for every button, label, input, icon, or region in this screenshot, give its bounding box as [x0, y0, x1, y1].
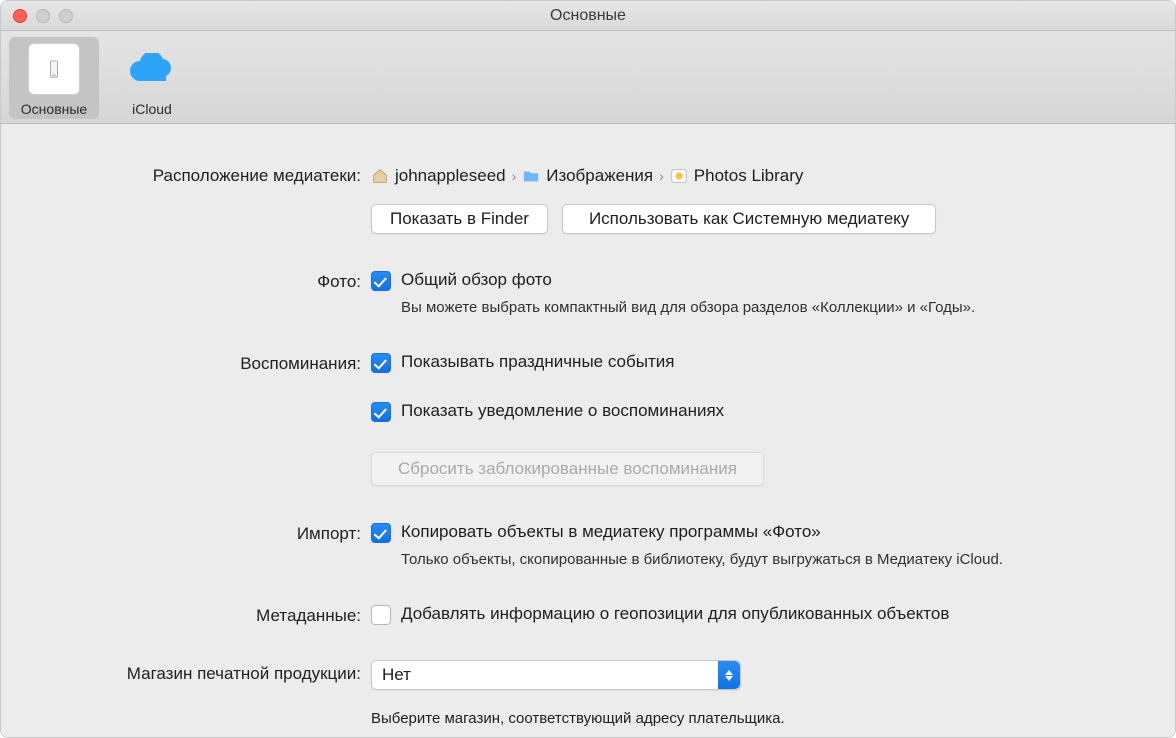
show-in-finder-button[interactable]: Показать в Finder	[371, 204, 548, 234]
tab-general[interactable]: Основные	[9, 37, 99, 119]
copy-to-library-checkbox[interactable]	[371, 523, 391, 543]
photos-library-icon	[670, 167, 688, 185]
photos-label: Фото:	[41, 268, 371, 292]
summarize-photos-desc: Вы можете выбрать компактный вид для обз…	[401, 299, 1135, 316]
use-as-system-library-button[interactable]: Использовать как Системную медиатеку	[562, 204, 936, 234]
tab-icloud-label: iCloud	[132, 101, 172, 117]
chevron-right-icon: ›	[659, 168, 664, 184]
general-icon	[28, 43, 80, 95]
breadcrumb-item: Photos Library	[694, 166, 804, 186]
library-label: Расположение медиатеки:	[41, 162, 371, 186]
print-store-label: Магазин печатной продукции:	[41, 660, 371, 684]
icloud-icon	[126, 43, 178, 95]
print-store-desc: Выберите магазин, соответствующий адресу…	[371, 710, 1135, 727]
preferences-window: Основные Основные iCloud Расположение ме…	[0, 0, 1176, 738]
include-location-checkbox[interactable]	[371, 605, 391, 625]
library-path: johnappleseed › Изображения › Photos Lib…	[371, 162, 1135, 186]
holiday-events-checkbox[interactable]	[371, 353, 391, 373]
print-store-value: Нет	[382, 665, 411, 685]
traffic-lights	[13, 9, 73, 23]
content-area: Расположение медиатеки: johnappleseed › …	[1, 124, 1175, 737]
window-title: Основные	[1, 7, 1175, 25]
home-icon	[371, 167, 389, 185]
copy-to-library-desc: Только объекты, скопированные в библиоте…	[401, 551, 1135, 568]
folder-icon	[522, 167, 540, 185]
holiday-events-label: Показывать праздничные события	[401, 352, 674, 372]
include-location-label: Добавлять информацию о геопозиции для оп…	[401, 604, 949, 624]
memories-label: Воспоминания:	[41, 350, 371, 374]
memories-notification-label: Показать уведомление о воспоминаниях	[401, 401, 724, 421]
breadcrumb-item: johnappleseed	[395, 166, 506, 186]
close-button[interactable]	[13, 9, 27, 23]
minimize-button[interactable]	[36, 9, 50, 23]
copy-to-library-label: Копировать объекты в медиатеку программы…	[401, 522, 821, 542]
import-label: Импорт:	[41, 520, 371, 544]
breadcrumb-item: Изображения	[546, 166, 653, 186]
print-store-select[interactable]: Нет	[371, 660, 741, 690]
summarize-photos-checkbox[interactable]	[371, 271, 391, 291]
chevron-right-icon: ›	[512, 168, 517, 184]
tab-general-label: Основные	[21, 101, 87, 117]
zoom-button[interactable]	[59, 9, 73, 23]
select-stepper-icon	[718, 661, 740, 689]
memories-notification-checkbox[interactable]	[371, 402, 391, 422]
toolbar: Основные iCloud	[1, 31, 1175, 124]
summarize-photos-label: Общий обзор фото	[401, 270, 552, 290]
titlebar: Основные	[1, 1, 1175, 31]
tab-icloud[interactable]: iCloud	[107, 37, 197, 119]
metadata-label: Метаданные:	[41, 602, 371, 626]
reset-blocked-memories-button: Сбросить заблокированные воспоминания	[371, 452, 764, 486]
